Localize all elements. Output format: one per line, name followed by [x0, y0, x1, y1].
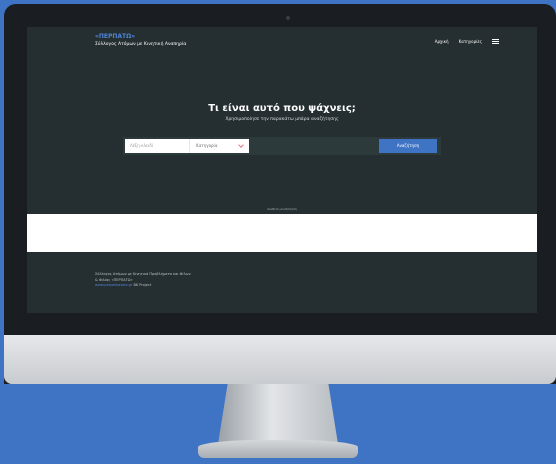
site-footer: Σύλλογος Ατόμων με Κινητικά Προβλήματα κ… [95, 272, 191, 289]
search-bar: Λέξη-κλειδί Κατηγορία Αναζήτηση [123, 137, 441, 155]
camera-icon [286, 16, 290, 20]
monitor-stand-base [198, 440, 358, 458]
search-input[interactable]: Λέξη-κλειδί [125, 139, 189, 153]
advanced-search-link[interactable]: σύνθετη αναζήτηση [27, 207, 537, 211]
brand-name: «ΠΕΡΠΑΤΩ» [95, 33, 136, 40]
main-nav: Αρχική Κατηγορίες [435, 39, 499, 44]
footer-credit: BK Project [132, 283, 152, 287]
monitor-chin [4, 335, 556, 384]
nav-categories[interactable]: Κατηγορίες [459, 39, 482, 44]
chevron-down-icon [238, 142, 244, 148]
nav-home[interactable]: Αρχική [435, 39, 449, 44]
site-header: «ΠΕΡΠΑΤΩ» Σύλλογος Ατόμων με Κινητική Αν… [27, 27, 537, 57]
search-button[interactable]: Αναζήτηση [379, 139, 437, 153]
hero-subtitle: Χρησιμοποίησε την παρακάτω μπάρα αναζήτη… [225, 117, 339, 122]
brand-subtitle: Σύλλογος Ατόμων με Κινητική Αναπηρία [95, 42, 187, 47]
footer-line-1: Σύλλογος Ατόμων με Κινητικά Προβλήματα κ… [95, 272, 191, 276]
hamburger-menu-icon[interactable] [492, 39, 499, 44]
hero-title: Τι είναι αυτό που ψάχνεις; [208, 103, 356, 114]
footer-line-3: www.perpatoaxaia.gr BK Project [95, 283, 191, 289]
category-select[interactable]: Κατηγορία [189, 139, 249, 153]
content-band [27, 214, 537, 252]
category-select-value: Κατηγορία [196, 143, 218, 148]
footer-link[interactable]: www.perpatoaxaia.gr [95, 283, 132, 287]
monitor-stand [218, 384, 338, 444]
screen: «ΠΕΡΠΑΤΩ» Σύλλογος Ατόμων με Κινητική Αν… [27, 27, 537, 313]
brand[interactable]: «ΠΕΡΠΑΤΩ» Σύλλογος Ατόμων με Κινητική Αν… [95, 33, 186, 47]
